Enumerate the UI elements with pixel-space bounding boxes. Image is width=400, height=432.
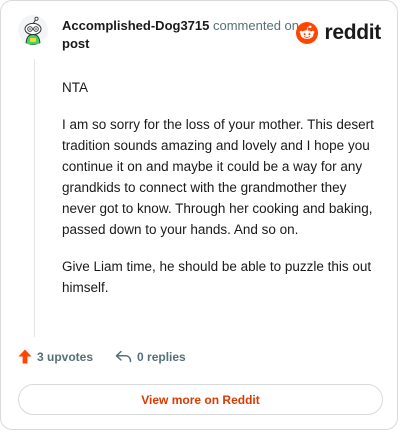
comment-paragraph: I am so sorry for the loss of your mothe… <box>62 117 374 237</box>
user-avatar[interactable] <box>18 15 48 45</box>
post-link[interactable]: post <box>62 36 89 51</box>
thread-line <box>34 59 35 337</box>
upvote-arrow-icon <box>18 349 32 364</box>
view-more-button[interactable]: View more on Reddit <box>18 384 383 415</box>
comment-embed-card: Accomplished-Dog3715 commented on post r… <box>0 0 398 430</box>
comment-actions: 3 upvotes 0 replies <box>18 349 186 364</box>
reply-arrow-icon <box>115 350 132 363</box>
reddit-brand[interactable]: reddit <box>296 21 381 45</box>
commented-on-text: commented on <box>213 18 299 33</box>
comment-paragraph: Give Liam time, he should be able to puz… <box>62 259 372 295</box>
reddit-wordmark: reddit <box>324 21 381 44</box>
reply-count: 0 replies <box>137 349 186 364</box>
comment-paragraph: NTA <box>62 80 88 95</box>
username-link[interactable]: Accomplished-Dog3715 <box>62 18 209 33</box>
comment-body: NTA I am so sorry for the loss of your m… <box>62 77 374 314</box>
comment-header: Accomplished-Dog3715 commented on post <box>62 17 302 53</box>
upvote-count: 3 upvotes <box>37 349 94 364</box>
upvote-button[interactable]: 3 upvotes <box>18 349 93 364</box>
reply-button[interactable]: 0 replies <box>115 350 186 364</box>
snoo-avatar-icon <box>18 15 48 45</box>
reddit-logo-icon <box>296 22 319 44</box>
